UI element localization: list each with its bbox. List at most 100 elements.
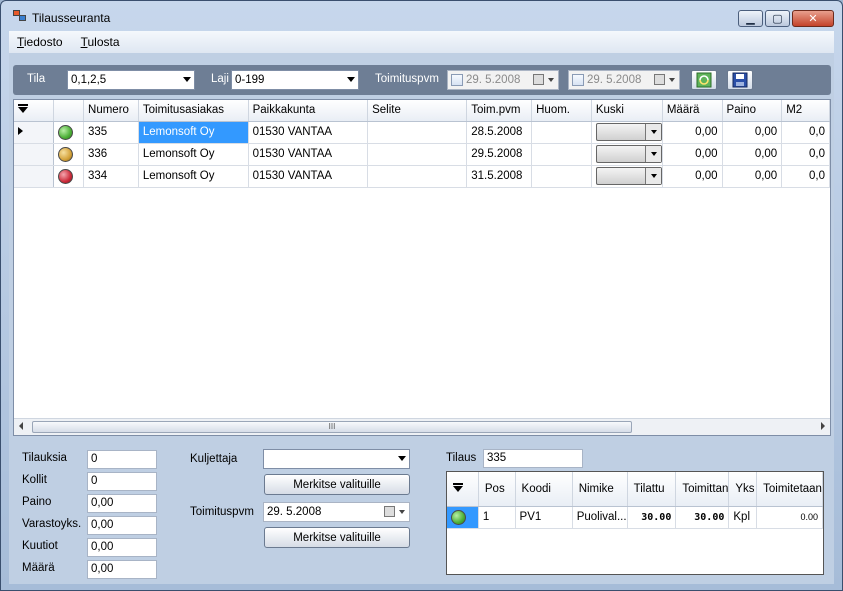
cell-kuski[interactable] — [591, 143, 663, 166]
title-bar[interactable]: Tilausseuranta ▁ ▢ ✕ — [1, 1, 842, 31]
horizontal-scrollbar[interactable]: III — [14, 418, 830, 435]
close-button[interactable]: ✕ — [792, 10, 834, 27]
mark-delivery-button[interactable]: Merkitse valituille — [264, 527, 410, 548]
cell-toimitetaan[interactable]: 0.00 — [756, 506, 823, 529]
summary-varastoyks-field[interactable]: 0,00 — [87, 516, 157, 535]
col-maara[interactable]: Määrä — [662, 100, 723, 122]
kuski-dropdown[interactable] — [595, 123, 662, 141]
menu-tiedosto[interactable]: Tiedosto — [17, 35, 63, 49]
lines-filter-header[interactable] — [447, 472, 479, 507]
table-row[interactable]: 334 Lemonsoft Oy 01530 VANTAA 31.5.2008 … — [14, 165, 830, 188]
menu-tulosta[interactable]: Tulosta — [81, 35, 120, 49]
col-nimike[interactable]: Nimike — [572, 472, 628, 507]
delivery-date-picker[interactable]: 29. 5.2008 — [263, 502, 410, 522]
cell-paino[interactable]: 0,00 — [722, 165, 783, 188]
row-header[interactable] — [14, 143, 55, 166]
cell-kuski[interactable] — [591, 165, 663, 188]
cell-paino[interactable]: 0,00 — [722, 121, 783, 144]
mark-driver-button[interactable]: Merkitse valituille — [264, 474, 410, 495]
cell-huom[interactable] — [531, 121, 592, 144]
scroll-left-icon[interactable] — [19, 422, 23, 430]
col-toim-pvm[interactable]: Toim.pvm — [466, 100, 533, 122]
cell-m2[interactable]: 0,0 — [781, 165, 830, 188]
col-toimitettu[interactable]: Toimittan — [675, 472, 730, 507]
summary-paino-field[interactable]: 0,00 — [87, 494, 157, 513]
cell-paikkakunta[interactable]: 01530 VANTAA — [248, 165, 369, 188]
summary-maara-field[interactable]: 0,00 — [87, 560, 157, 579]
kuski-dropdown[interactable] — [595, 167, 662, 185]
cell-maara[interactable]: 0,00 — [662, 121, 723, 144]
driver-combo[interactable] — [263, 449, 410, 469]
col-paino[interactable]: Paino — [722, 100, 783, 122]
col-paikkakunta[interactable]: Paikkakunta — [248, 100, 369, 122]
cell-kuski[interactable] — [591, 121, 663, 144]
summary-tilauksia-field[interactable]: 0 — [87, 450, 157, 469]
laji-combo[interactable]: 0-199 — [231, 70, 359, 90]
cell-huom[interactable] — [531, 165, 592, 188]
col-selite[interactable]: Selite — [367, 100, 468, 122]
tila-combo[interactable]: 0,1,2,5 — [67, 70, 195, 90]
cell-huom[interactable] — [531, 143, 592, 166]
cell-koodi[interactable]: PV1 — [515, 506, 573, 529]
col-kuski[interactable]: Kuski — [591, 100, 663, 122]
cell-selite[interactable] — [367, 165, 468, 188]
col-toimitetaan[interactable]: Toimitetaan — [756, 472, 823, 507]
cell-selite[interactable] — [367, 143, 468, 166]
cell-tilattu[interactable]: 30.00 — [627, 506, 677, 529]
col-pos[interactable]: Pos — [478, 472, 516, 507]
cell-selite[interactable] — [367, 121, 468, 144]
cell-paino[interactable]: 0,00 — [722, 143, 783, 166]
kuski-dropdown[interactable] — [595, 145, 662, 163]
cell-numero[interactable]: 335 — [83, 121, 139, 144]
row-header[interactable] — [14, 165, 55, 188]
order-lines-grid[interactable]: Pos Koodi Nimike Tilattu Toimittan Yks T… — [446, 471, 824, 575]
order-number-field[interactable]: 335 — [483, 449, 583, 468]
cell-asiakas[interactable]: Lemonsoft Oy — [138, 143, 249, 166]
chevron-down-icon — [650, 130, 657, 134]
cell-paikkakunta[interactable]: 01530 VANTAA — [248, 121, 369, 144]
chevron-down-icon — [347, 77, 355, 82]
orders-grid[interactable]: Numero Toimitusasiakas Paikkakunta Selit… — [13, 99, 831, 436]
col-m2[interactable]: M2 — [781, 100, 830, 122]
summary-kollit-field[interactable]: 0 — [87, 472, 157, 491]
cell-maara[interactable]: 0,00 — [662, 165, 723, 188]
cell-toimitettu[interactable]: 30.00 — [675, 506, 730, 529]
minimize-button[interactable]: ▁ — [738, 10, 763, 27]
row-header-current[interactable] — [14, 121, 55, 144]
cell-paikkakunta[interactable]: 01530 VANTAA — [248, 143, 369, 166]
table-row[interactable]: 336 Lemonsoft Oy 01530 VANTAA 29.5.2008 … — [14, 143, 830, 166]
cell-nimike[interactable]: Puolival... — [572, 506, 628, 529]
col-numero[interactable]: Numero — [83, 100, 139, 122]
table-row[interactable]: 1 PV1 Puolival... 30.00 30.00 Kpl 0.00 — [447, 506, 823, 529]
cell-pos[interactable]: 1 — [478, 506, 516, 529]
table-row[interactable]: 335 Lemonsoft Oy 01530 VANTAA 28.5.2008 … — [14, 121, 830, 144]
cell-numero[interactable]: 336 — [83, 143, 139, 166]
cell-m2[interactable]: 0,0 — [781, 143, 830, 166]
col-huom[interactable]: Huom. — [531, 100, 592, 122]
date-to-picker[interactable]: 29. 5.2008 — [568, 70, 680, 90]
col-koodi[interactable]: Koodi — [515, 472, 573, 507]
cell-maara[interactable]: 0,00 — [662, 143, 723, 166]
maximize-button[interactable]: ▢ — [765, 10, 790, 27]
col-yks[interactable]: Yks — [728, 472, 758, 507]
scroll-thumb[interactable]: III — [32, 421, 632, 433]
col-tilattu[interactable]: Tilattu — [627, 472, 677, 507]
summary-kuutiot-field[interactable]: 0,00 — [87, 538, 157, 557]
chevron-down-icon — [548, 78, 554, 82]
save-button[interactable] — [727, 70, 753, 90]
date-from-checkbox[interactable] — [451, 74, 463, 86]
cell-toim-pvm[interactable]: 29.5.2008 — [466, 143, 533, 166]
cell-asiakas[interactable]: Lemonsoft Oy — [138, 165, 249, 188]
cell-yks[interactable]: Kpl — [728, 506, 758, 529]
col-toimitusasiakas[interactable]: Toimitusasiakas — [138, 100, 249, 122]
cell-m2[interactable]: 0,0 — [781, 121, 830, 144]
cell-toim-pvm[interactable]: 28.5.2008 — [466, 121, 533, 144]
cell-toim-pvm[interactable]: 31.5.2008 — [466, 165, 533, 188]
date-from-picker[interactable]: 29. 5.2008 — [447, 70, 559, 90]
refresh-button[interactable] — [691, 70, 717, 90]
cell-asiakas[interactable]: Lemonsoft Oy — [138, 121, 249, 144]
grid-filter-header[interactable] — [14, 100, 55, 122]
scroll-right-icon[interactable] — [821, 422, 825, 430]
cell-numero[interactable]: 334 — [83, 165, 139, 188]
date-to-checkbox[interactable] — [572, 74, 584, 86]
